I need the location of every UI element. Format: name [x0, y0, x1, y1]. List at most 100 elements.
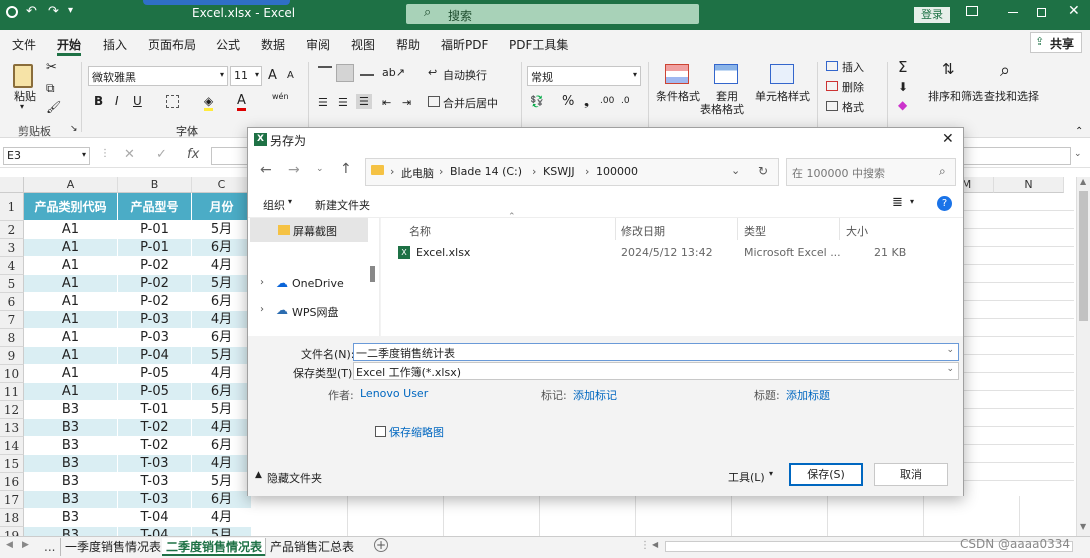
cell-month[interactable]: 4月	[192, 311, 252, 329]
cell-month[interactable]: 4月	[192, 419, 252, 437]
save-button[interactable]: 保存(S)	[789, 463, 863, 486]
sheet-overflow[interactable]: ...	[40, 538, 59, 556]
scroll-up-icon[interactable]: ▲	[1080, 177, 1086, 186]
breadcrumb-kswjj[interactable]: KSWJJ	[543, 165, 575, 178]
cell-model[interactable]: T-03	[118, 473, 192, 491]
recent-locations-icon[interactable]: ⌄	[316, 164, 324, 174]
view-options-icon[interactable]: ≣	[892, 195, 903, 210]
breadcrumb-100000[interactable]: 100000	[596, 165, 638, 178]
align-middle-icon[interactable]	[336, 64, 354, 82]
scroll-down-icon[interactable]: ▼	[1080, 522, 1086, 531]
conditional-format-icon[interactable]	[665, 64, 689, 84]
row-header[interactable]: 14	[0, 437, 24, 455]
folder-search-box[interactable]: 在 100000 中搜索 ⌕	[786, 158, 956, 186]
insert-cells-icon[interactable]	[826, 61, 838, 71]
row-header[interactable]: 4	[0, 257, 24, 275]
fill-icon[interactable]: ⬇	[898, 80, 908, 94]
cell-category-code[interactable]: B3	[24, 419, 118, 437]
cell-month[interactable]: 5月	[192, 275, 252, 293]
redo-icon[interactable]: ↷	[48, 4, 59, 19]
cell-model[interactable]: P-01	[118, 239, 192, 257]
row-header[interactable]: 7	[0, 311, 24, 329]
tab-pdf-tools[interactable]: PDF工具集	[509, 36, 568, 53]
increase-indent-icon[interactable]: ⇥	[402, 96, 411, 109]
nav-item-screenshots[interactable]: 屏幕截图	[250, 218, 368, 242]
shrink-font-icon[interactable]: A	[287, 70, 294, 81]
decrease-decimal-icon[interactable]: .0	[621, 96, 630, 106]
align-bottom-icon[interactable]	[360, 66, 374, 76]
format-table-button-2[interactable]: 表格格式	[700, 101, 744, 117]
row-header[interactable]: 11	[0, 383, 24, 401]
paste-button[interactable]: 粘贴	[14, 88, 36, 104]
cell-model[interactable]: P-05	[118, 365, 192, 383]
row-header[interactable]: 18	[0, 509, 24, 527]
header-cell-model[interactable]: 产品型号	[118, 193, 192, 221]
organize-button[interactable]: 组织	[263, 197, 285, 213]
cut-icon[interactable]: ✂	[46, 60, 57, 75]
col-date[interactable]: 修改日期	[621, 223, 665, 239]
format-table-icon[interactable]	[714, 64, 738, 84]
bold-button[interactable]: B	[94, 94, 103, 108]
accounting-icon[interactable]: 💱	[530, 95, 544, 108]
font-name-select[interactable]: 微软雅黑 ▾	[88, 66, 228, 86]
sheet-tab-summary[interactable]: 产品销售汇总表	[265, 538, 358, 556]
tag-value[interactable]: 添加标记	[573, 387, 617, 403]
row-header[interactable]: 3	[0, 239, 24, 257]
row-header[interactable]: 13	[0, 419, 24, 437]
nav-item-wps[interactable]: WPS网盘	[292, 304, 339, 320]
tab-view[interactable]: 视图	[351, 36, 375, 53]
paste-dropdown-icon[interactable]: ▾	[20, 102, 24, 111]
cell-month[interactable]: 6月	[192, 491, 252, 509]
tab-split-handle[interactable]: ⋮	[640, 540, 650, 551]
cell-month[interactable]: 6月	[192, 383, 252, 401]
cell-month[interactable]: 5月	[192, 347, 252, 365]
name-box[interactable]: E3 ▾	[3, 147, 90, 165]
cell-model[interactable]: P-05	[118, 383, 192, 401]
cell-model[interactable]: T-02	[118, 437, 192, 455]
expand-icon[interactable]: ›	[260, 277, 264, 288]
cell-category-code[interactable]: B3	[24, 437, 118, 455]
expand-formula-icon[interactable]: ⌄	[1074, 149, 1082, 159]
cell-model[interactable]: P-01	[118, 221, 192, 239]
share-button[interactable]: ⇪ 共享	[1030, 32, 1082, 53]
increase-decimal-icon[interactable]: .00	[600, 96, 614, 106]
chevron-down-icon[interactable]: ▾	[910, 197, 914, 206]
align-top-icon[interactable]	[318, 66, 332, 76]
italic-button[interactable]: I	[115, 94, 119, 108]
autosum-icon[interactable]: Σ	[898, 58, 907, 76]
restore-icon[interactable]	[1037, 8, 1046, 17]
search-box[interactable]: ⌕ 搜索	[406, 4, 699, 24]
insert-cells-button[interactable]: 插入	[842, 59, 864, 75]
find-select-icon[interactable]: ⌕	[1000, 60, 1010, 81]
up-icon[interactable]: ↑	[340, 161, 352, 177]
hscroll-left-icon[interactable]: ◀	[652, 540, 658, 549]
delete-cells-icon[interactable]	[826, 81, 838, 91]
cell-model[interactable]: T-02	[118, 419, 192, 437]
format-cells-icon[interactable]	[826, 101, 838, 111]
col-type[interactable]: 类型	[744, 223, 766, 239]
tab-review[interactable]: 审阅	[306, 36, 330, 53]
new-folder-button[interactable]: 新建文件夹	[315, 197, 370, 213]
cell-month[interactable]: 4月	[192, 365, 252, 383]
title-value[interactable]: 添加标题	[786, 387, 830, 403]
orientation-icon[interactable]: ab↗	[382, 66, 405, 79]
cell-month[interactable]: 6月	[192, 293, 252, 311]
copy-icon[interactable]: ⧉	[46, 81, 55, 96]
header-cell-category-code[interactable]: 产品类别代码	[24, 193, 118, 221]
undo-icon[interactable]: ↶	[26, 4, 37, 19]
login-button[interactable]: 登录	[914, 7, 950, 23]
row-header[interactable]: 2	[0, 221, 24, 239]
clipboard-launcher-icon[interactable]: ↘	[70, 124, 78, 134]
cell-month[interactable]: 6月	[192, 239, 252, 257]
tab-data[interactable]: 数据	[261, 36, 285, 53]
address-dropdown-icon[interactable]: ⌄	[731, 164, 740, 177]
border-icon[interactable]	[166, 95, 179, 108]
sheet-tab-q1[interactable]: 一季度销售情况表	[60, 538, 165, 556]
format-cells-button[interactable]: 格式	[842, 99, 864, 115]
thumbnail-checkbox[interactable]	[375, 426, 386, 437]
add-sheet-icon[interactable]: +	[374, 538, 388, 552]
hide-folders-button[interactable]: 隐藏文件夹	[267, 470, 322, 486]
cell-model[interactable]: P-04	[118, 347, 192, 365]
cell-model[interactable]: T-01	[118, 401, 192, 419]
cell-category-code[interactable]: A1	[24, 221, 118, 239]
